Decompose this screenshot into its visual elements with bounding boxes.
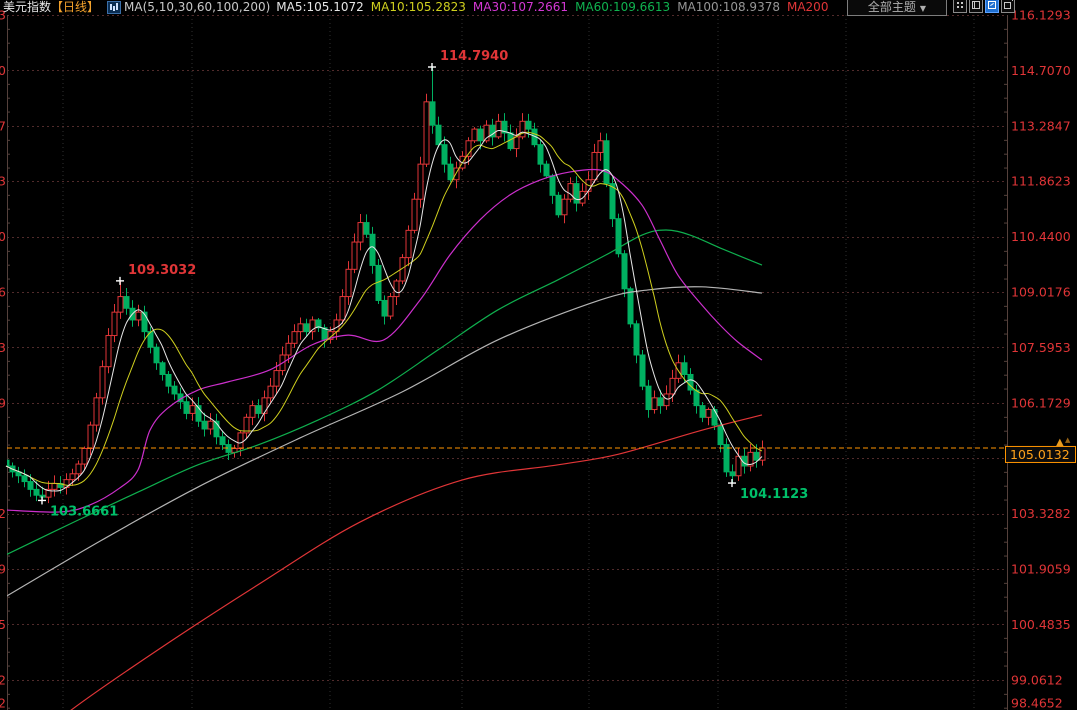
left-axis-label: 98.4652 <box>0 696 6 710</box>
right-axis-label: 110.4400 <box>1011 229 1071 244</box>
candles <box>4 67 765 503</box>
ma-line-ma200 <box>42 415 762 710</box>
left-axis-label: 113.2847 <box>0 118 6 133</box>
right-axis: 116.1293114.7070113.2847111.8623110.4400… <box>1011 8 1071 710</box>
right-axis-label: 113.2847 <box>1011 118 1071 133</box>
period-label: 【日线】 <box>51 0 99 14</box>
left-axis-label: 103.3282 <box>0 506 6 521</box>
ma10-value: MA10:105.2823 <box>371 0 466 14</box>
left-axis-label: 99.0612 <box>0 672 6 687</box>
ma100-value: MA100:108.9378 <box>677 0 780 14</box>
right-axis-label: 103.3282 <box>1011 506 1071 521</box>
dollar-index-chart-window: 美元指数【日线】 MA(5,10,30,60,100,200) MA5:105.10… <box>0 0 1077 710</box>
panel-left-layout-icon[interactable] <box>969 0 983 13</box>
left-axis-label: 107.5953 <box>0 340 6 355</box>
low-annotation: 103.6661 <box>50 504 118 519</box>
left-axis-label: 111.8623 <box>0 174 6 189</box>
left-axis-label: 101.9059 <box>0 561 6 576</box>
ma30-value: MA30:107.2661 <box>473 0 568 14</box>
theme-dropdown[interactable]: 全部主题 ▼ <box>847 0 947 16</box>
kline-chart-icon <box>107 1 121 14</box>
chart-panel-layout-icon[interactable] <box>985 0 999 13</box>
ma-line-ma100 <box>6 287 762 597</box>
right-axis-label: 99.0612 <box>1011 672 1063 687</box>
arrow-up-icon: ▲ <box>1056 437 1064 448</box>
ma-line-ma30 <box>6 169 762 512</box>
left-axis-label: 106.1729 <box>0 395 6 410</box>
right-axis-label: 101.9059 <box>1011 561 1071 576</box>
grid-dots-icon[interactable] <box>953 0 967 13</box>
right-axis-label: 111.8623 <box>1011 174 1071 189</box>
high-annotation: 109.3032 <box>128 263 196 278</box>
layout-toolbar <box>953 0 1017 13</box>
right-axis-label: 109.0176 <box>1011 284 1071 299</box>
arrow-up-small-icon: ▲ <box>1065 436 1071 444</box>
right-axis-label: 100.4835 <box>1011 617 1071 632</box>
last-price-value: 105.0132 <box>1010 447 1070 462</box>
candlestick-chart[interactable]: 105.0132▲▲116.1293114.7070113.2847111.86… <box>0 0 1077 710</box>
high-annotation: 114.7940 <box>440 49 508 64</box>
ma200-value: MA200 <box>787 0 828 14</box>
left-axis: 116.1293114.7070113.2847111.8623110.4400… <box>0 8 6 710</box>
right-axis-label: 106.1729 <box>1011 395 1071 410</box>
right-axis-label: 107.5953 <box>1011 340 1071 355</box>
left-axis-label: 100.4835 <box>0 617 6 632</box>
theme-dropdown-label: 全部主题 <box>868 0 916 14</box>
low-annotation: 104.1123 <box>740 487 808 502</box>
left-axis-label: 114.7070 <box>0 63 6 78</box>
ma-settings-label: MA(5,10,30,60,100,200) <box>124 0 270 14</box>
page-title: 美元指数 <box>3 0 51 14</box>
panel-add-layout-icon[interactable] <box>1001 0 1015 13</box>
right-axis-label: 114.7070 <box>1011 63 1071 78</box>
ma5-value: MA5:105.1072 <box>276 0 364 14</box>
right-axis-label: 98.4652 <box>1011 696 1063 710</box>
chevron-down-icon: ▼ <box>920 4 926 13</box>
left-axis-label: 110.4400 <box>0 229 6 244</box>
ma60-value: MA60:109.6613 <box>575 0 670 14</box>
left-axis-label: 109.0176 <box>0 284 6 299</box>
